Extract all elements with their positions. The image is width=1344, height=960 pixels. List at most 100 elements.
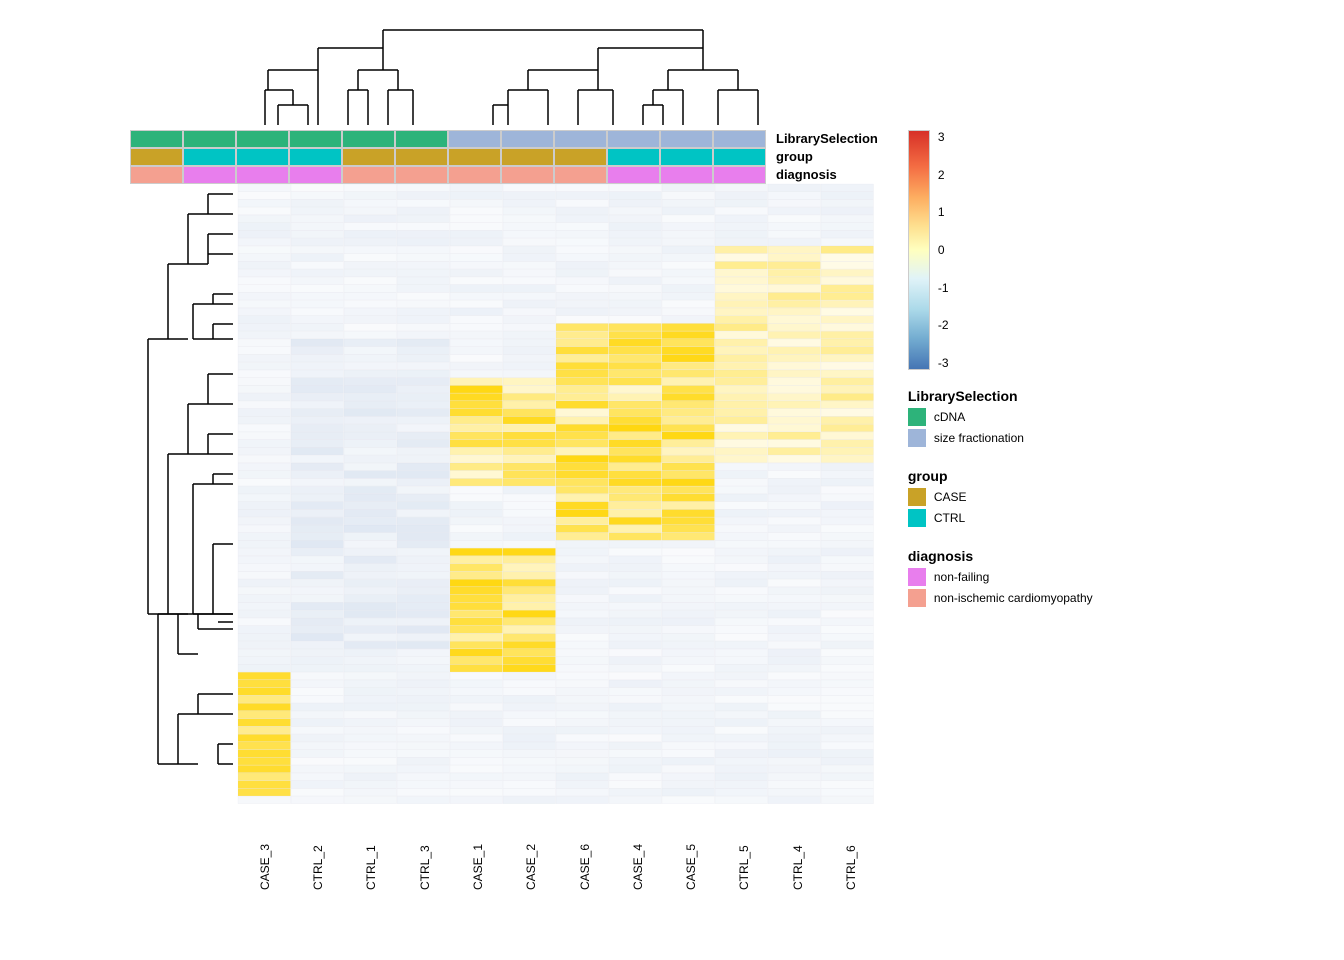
legend-text-sizefrac: size fractionation [934, 431, 1024, 445]
bar-cell [501, 166, 554, 184]
bar-cell [501, 148, 554, 166]
col-label-ctrl6: CTRL_6 [826, 804, 876, 894]
legend-library-selection-title: LibrarySelection [908, 388, 1093, 404]
bar-cell [448, 130, 501, 148]
column-labels: CASE_3 CTRL_2 CTRL_1 CTRL_3 CASE_1 CASE_… [238, 804, 878, 894]
bar-cell [342, 148, 395, 166]
library-selection-label: LibrarySelection [776, 130, 878, 148]
legend-item-ctrl: CTRL [908, 509, 1093, 527]
swatch-cdna [908, 408, 926, 426]
col-label-ctrl4: CTRL_4 [773, 804, 823, 894]
bar-cell [448, 166, 501, 184]
bar-cell [607, 166, 660, 184]
col-label-ctrl3: CTRL_3 [400, 804, 450, 894]
top-dendrogram-svg [238, 20, 878, 130]
bar-cell [660, 148, 713, 166]
bar-cell [236, 130, 289, 148]
scale-v2: 2 [938, 168, 949, 182]
swatch-nonfailing [908, 568, 926, 586]
bar-cell [342, 130, 395, 148]
scale-vm1: -1 [938, 281, 949, 295]
legend-item-sizefrac: size fractionation [908, 429, 1093, 447]
bar-cell [236, 166, 289, 184]
swatch-ctrl [908, 509, 926, 527]
swatch-sizefrac [908, 429, 926, 447]
bar-cell [395, 148, 448, 166]
bar-cell [607, 130, 660, 148]
scale-labels: 3 2 1 0 -1 -2 -3 [938, 130, 949, 370]
bar-cell [554, 166, 607, 184]
col-label-case5: CASE_5 [666, 804, 716, 894]
legend-group: group CASE CTRL [908, 468, 1093, 530]
color-scale: 3 2 1 0 -1 -2 -3 [908, 130, 1093, 370]
legend-text-ctrl: CTRL [934, 511, 965, 525]
bar-cell [289, 130, 342, 148]
color-bar [908, 130, 930, 370]
bar-cell [607, 148, 660, 166]
legend-item-nonfailing: non-failing [908, 568, 1093, 586]
swatch-nonischemic [908, 589, 926, 607]
col-label-ctrl5: CTRL_5 [719, 804, 769, 894]
bar-cell [713, 130, 766, 148]
legend-text-nonischemic: non-ischemic cardiomyopathy [934, 591, 1093, 605]
legend-diagnosis: diagnosis non-failing non-ischemic cardi… [908, 548, 1093, 610]
bar-cell [395, 166, 448, 184]
scale-v1: 1 [938, 205, 949, 219]
bar-cell [448, 148, 501, 166]
bar-cell [395, 130, 448, 148]
bar-cell [713, 166, 766, 184]
bar-cell [130, 130, 183, 148]
heatmap-body [138, 184, 878, 804]
bar-cell [554, 148, 607, 166]
col-label-case1: CASE_1 [453, 804, 503, 894]
legend-item-nonischemic: non-ischemic cardiomyopathy [908, 589, 1093, 607]
legend-item-cdna: cDNA [908, 408, 1093, 426]
legend-group-title: group [908, 468, 1093, 484]
top-dendrogram [238, 20, 878, 130]
bar-cell [289, 166, 342, 184]
bar-cell [554, 130, 607, 148]
col-label-case6: CASE_6 [560, 804, 610, 894]
diagnosis-bar [130, 166, 770, 184]
col-label-case4: CASE_4 [613, 804, 663, 894]
main-container: LibrarySelection grou [0, 0, 1344, 960]
bar-cell [130, 148, 183, 166]
legend-text-case: CASE [934, 490, 967, 504]
bar-cell [660, 166, 713, 184]
group-bar [130, 148, 770, 166]
legend-diagnosis-title: diagnosis [908, 548, 1093, 564]
annotation-bars: LibrarySelection grou [130, 130, 878, 184]
col-label-case3: CASE_3 [240, 804, 290, 894]
legend-text-cdna: cDNA [934, 410, 965, 424]
bar-cell [130, 166, 183, 184]
bar-cell [236, 148, 289, 166]
bar-cell [342, 166, 395, 184]
scale-min: -3 [938, 356, 949, 370]
heatmap-svg [238, 184, 874, 804]
legend-text-nonfailing: non-failing [934, 570, 989, 584]
bar-cell [183, 166, 236, 184]
col-label-case2: CASE_2 [506, 804, 556, 894]
legend-section: 3 2 1 0 -1 -2 -3 LibrarySelection cDNA s… [908, 130, 1093, 610]
scale-max: 3 [938, 130, 949, 144]
col-label-ctrl2: CTRL_2 [293, 804, 343, 894]
scale-v0: 0 [938, 243, 949, 257]
scale-vm2: -2 [938, 318, 949, 332]
heatmap-grid [238, 184, 878, 804]
col-label-ctrl1: CTRL_1 [346, 804, 396, 894]
left-dendrogram-svg [138, 184, 238, 804]
heatmap-section: LibrarySelection grou [30, 20, 878, 894]
bar-cell [660, 130, 713, 148]
legend-library-selection: LibrarySelection cDNA size fractionation [908, 388, 1093, 450]
library-selection-bar [130, 130, 770, 148]
diagnosis-label: diagnosis [776, 166, 837, 184]
bar-cell [183, 130, 236, 148]
legend-item-case: CASE [908, 488, 1093, 506]
swatch-case [908, 488, 926, 506]
bar-cell [713, 148, 766, 166]
bar-cell [183, 148, 236, 166]
left-dendrogram [138, 184, 238, 804]
bar-cell [501, 130, 554, 148]
bar-cell [289, 148, 342, 166]
group-label: group [776, 148, 813, 166]
